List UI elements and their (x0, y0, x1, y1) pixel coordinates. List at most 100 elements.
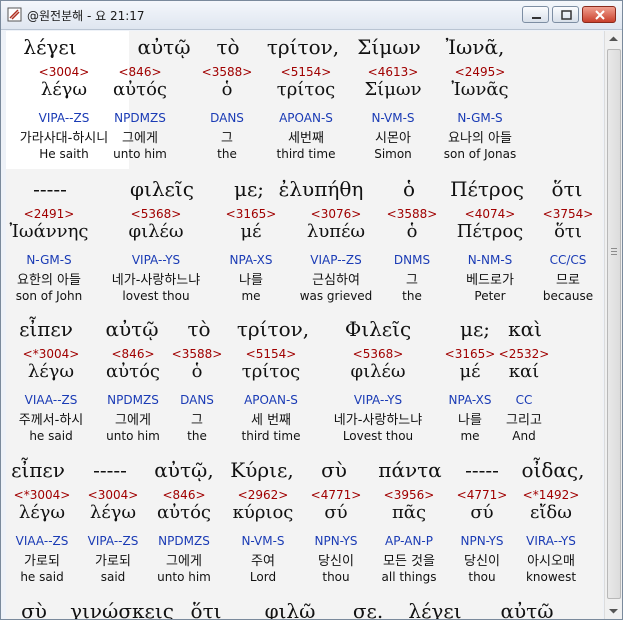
close-button[interactable] (582, 6, 616, 23)
title-bar[interactable]: @원전분해 - 요 21:17 (1, 1, 622, 30)
korean-gloss: 가라사대-하시니 (19, 131, 109, 146)
lemma-word: λέγω (40, 79, 88, 100)
strong-number: <*3004> (13, 488, 71, 502)
english-gloss: lovest thou (122, 289, 190, 303)
greek-word[interactable]: εἶπεν (19, 317, 73, 341)
greek-word[interactable]: ----- (93, 458, 127, 482)
greek-word[interactable]: τὸ (187, 317, 210, 341)
greek-word[interactable]: φιλεῖς (130, 177, 194, 201)
maximize-button[interactable] (552, 6, 579, 23)
greek-word[interactable]: αὐτῷ, (154, 458, 213, 482)
korean-gloss: 세 번째 (250, 413, 292, 428)
strong-number: <*3004> (22, 347, 80, 361)
korean-gloss: 가로되 (95, 554, 131, 569)
korean-gloss: 베드로가 (466, 273, 514, 288)
greek-word[interactable]: ὁ (403, 177, 415, 201)
greek-word[interactable]: ἐλυπήθη (279, 177, 364, 201)
greek-word[interactable]: εἶπεν (11, 458, 65, 482)
english-gloss: he said (20, 570, 64, 584)
parse-code: APOAN-S (279, 111, 333, 125)
strong-number: <4771> (456, 488, 508, 502)
strong-number: <846> (118, 65, 162, 79)
greek-word[interactable]: ὅτι (191, 599, 222, 619)
greek-word[interactable]: φιλῶ (265, 599, 316, 619)
greek-word[interactable]: σὺ (321, 458, 347, 482)
greek-word[interactable]: ----- (33, 177, 67, 201)
greek-word[interactable]: πάντα (378, 458, 441, 482)
lemma-word: μέ (240, 221, 262, 242)
greek-word[interactable]: τὸ (216, 35, 239, 59)
lemma-word: μέ (459, 361, 481, 382)
english-gloss: Lord (249, 570, 277, 584)
greek-word[interactable]: ----- (465, 458, 499, 482)
greek-word[interactable]: Κύριε, (230, 458, 293, 482)
strong-number: <3588> (201, 65, 253, 79)
parse-code: DNMS (393, 253, 431, 267)
korean-gloss: 그 (406, 273, 418, 288)
lemma-word: πᾶς (391, 502, 427, 523)
parse-code: NPDMZS (107, 393, 159, 407)
greek-word[interactable]: Ἰωνᾶ, (446, 35, 505, 59)
greek-word[interactable]: με; (460, 317, 490, 341)
lemma-word: τρίτος (241, 361, 301, 382)
greek-word[interactable]: λέγει (408, 599, 461, 619)
greek-word[interactable]: καὶ (508, 317, 542, 341)
app-icon (7, 7, 22, 22)
strong-number: <5368> (352, 347, 404, 361)
vertical-scrollbar[interactable] (604, 31, 622, 619)
english-gloss: he said (29, 429, 73, 443)
lemma-word: σύ (324, 502, 348, 523)
greek-word[interactable]: Πέτρος (450, 177, 524, 201)
analysis-content[interactable]: λέγει αὐτῷ τὸ τρίτον, Σίμων Ἰωνᾶ, <3004> λέγω VI… (6, 31, 603, 619)
parse-code: N-GM-S (26, 253, 72, 267)
greek-word[interactable]: Φιλεῖς (345, 317, 411, 341)
greek-word[interactable]: ὅτι (552, 177, 583, 201)
greek-word[interactable]: γινώσκεις (70, 599, 174, 619)
greek-word[interactable]: σε. (353, 599, 383, 619)
english-gloss: all things (381, 570, 437, 584)
parse-code: N-VM-S (241, 534, 285, 548)
greek-word[interactable]: με; (234, 177, 264, 201)
korean-gloss: 그에게 (122, 131, 158, 146)
strong-number: <846> (111, 347, 155, 361)
parse-code: NPN-YS (314, 534, 358, 548)
strong-number: <3588> (171, 347, 223, 361)
greek-word[interactable]: Σίμων (357, 35, 420, 59)
lemma-word: εἴδω (530, 502, 572, 523)
parse-code: AP-AN-P (385, 534, 433, 548)
english-gloss: son of John (15, 289, 83, 303)
english-gloss: because (542, 289, 594, 303)
korean-gloss: 세번째 (288, 131, 324, 146)
parse-code: CC/CS (549, 253, 587, 267)
lemma-word: ὅτι (554, 221, 582, 242)
korean-gloss: 나를 (239, 273, 263, 288)
lemma-word: Ἰωάννης (9, 221, 89, 242)
parse-code: VIAP--ZS (310, 253, 362, 267)
english-gloss: And (512, 429, 536, 443)
strong-number: <2495> (454, 65, 506, 79)
english-gloss: third time (276, 147, 336, 161)
scroll-down-arrow-icon[interactable] (605, 602, 622, 619)
greek-word[interactable]: τρίτον, (267, 35, 339, 59)
minimize-button[interactable] (522, 6, 549, 23)
lemma-word: αὐτός (113, 79, 167, 100)
greek-word[interactable]: λέγει (23, 35, 76, 59)
parse-code: VIPA--YS (353, 393, 403, 407)
scroll-up-arrow-icon[interactable] (605, 31, 622, 48)
greek-word[interactable]: αὐτῷ (500, 599, 553, 619)
greek-word[interactable]: σὺ (21, 599, 47, 619)
english-gloss: unto him (113, 147, 167, 161)
greek-word[interactable]: αὐτῷ (137, 35, 190, 59)
greek-word[interactable]: τρίτον, (237, 317, 309, 341)
greek-word[interactable]: οἶδας, (522, 458, 585, 482)
parse-code: DANS (210, 111, 244, 125)
english-gloss: Simon (374, 147, 412, 161)
lemma-word: λυπέω (306, 221, 366, 242)
lemma-word: τρίτος (276, 79, 336, 100)
scrollbar-thumb[interactable] (607, 49, 621, 599)
strong-number: <3956> (383, 488, 435, 502)
strong-number: <2491> (23, 207, 75, 221)
parse-code: N-GM-S (457, 111, 503, 125)
greek-word[interactable]: αὐτῷ (105, 317, 158, 341)
lemma-word: καί (508, 361, 540, 382)
